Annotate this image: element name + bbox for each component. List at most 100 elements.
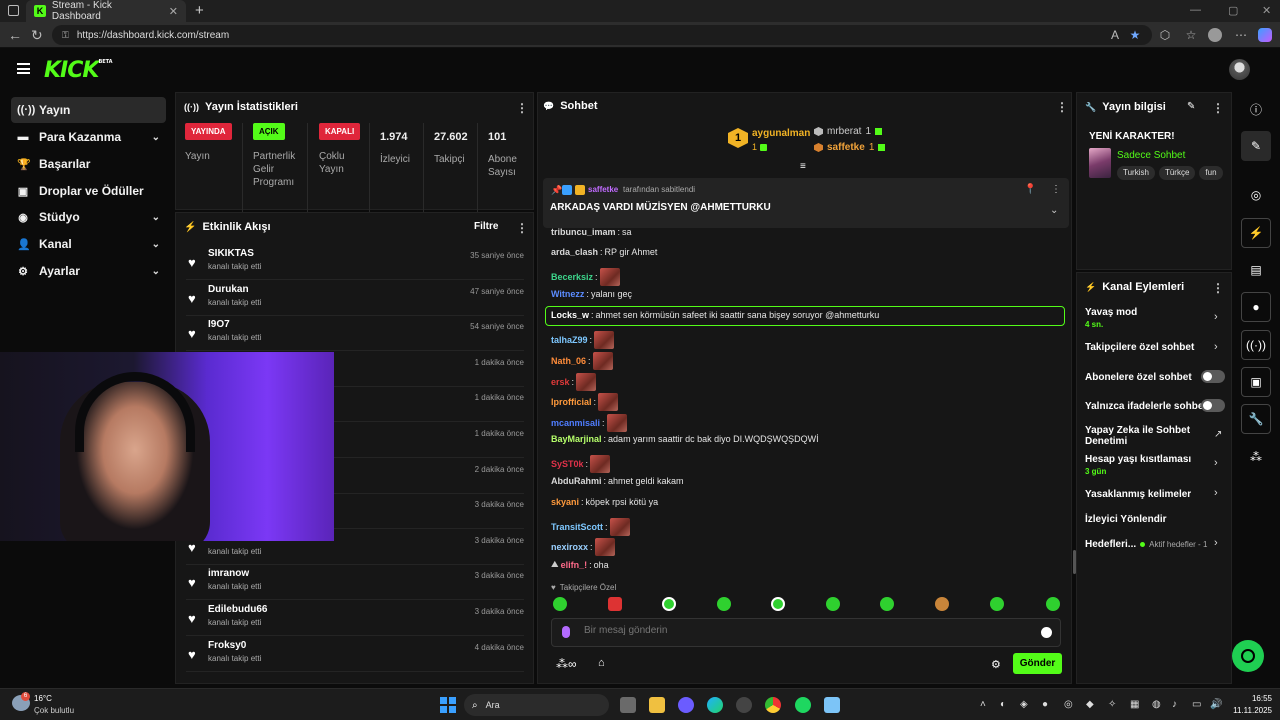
wrench-icon[interactable]: 🔧: [1241, 404, 1271, 434]
tag[interactable]: Turkish: [1117, 166, 1155, 180]
edge-icon[interactable]: [707, 697, 723, 713]
goals-item[interactable]: Hedefleri... Aktif hedefler - 1: [1085, 539, 1207, 550]
chat-message[interactable]: tribuncu_imam: sa: [551, 227, 632, 237]
more-options-icon[interactable]: ⋮: [516, 221, 528, 235]
start-icon[interactable]: [440, 697, 456, 713]
chat-message[interactable]: skyani: köpek rpsi kötü ya: [551, 497, 658, 507]
chat-message[interactable]: ⛰ elifn_!: oha: [551, 559, 609, 570]
browser-tab[interactable]: K Stream - Kick Dashboard ✕: [26, 0, 186, 22]
chat-message[interactable]: talhaZ99:: [551, 331, 615, 349]
tray-app-icon[interactable]: ✧: [1108, 699, 1116, 710]
sidebar-item-ayarlar[interactable]: ⚙ Ayarlar ⌄: [11, 258, 166, 284]
extensions-icon[interactable]: ⬡: [1158, 28, 1172, 42]
kick-logo[interactable]: KICKBETA: [44, 58, 113, 83]
webcam-overlay[interactable]: [0, 352, 334, 541]
sidebar-item-yayin[interactable]: ((·)) Yayın: [11, 97, 166, 123]
chevron-right-icon[interactable]: ›: [1214, 311, 1218, 323]
chevron-right-icon[interactable]: ›: [1214, 341, 1218, 353]
collections-icon[interactable]: ☆: [1184, 28, 1198, 42]
activity-username[interactable]: imranow: [208, 568, 249, 579]
profile-icon[interactable]: [1208, 28, 1222, 42]
chat-message[interactable]: BayMarjinal: adam yarım saattir dc bak di…: [551, 434, 819, 444]
copilot-icon[interactable]: [1258, 28, 1272, 42]
tab-actions-icon[interactable]: [8, 5, 19, 16]
more-options-icon[interactable]: ⋮: [1212, 281, 1224, 295]
store-icon[interactable]: ⌂: [598, 657, 605, 669]
chat-username[interactable]: ersk: [551, 377, 570, 387]
send-button[interactable]: Gönder: [1013, 653, 1062, 674]
chat-settings-icon[interactable]: ⚙: [991, 658, 1001, 671]
activity-username[interactable]: SIKIKTAS: [208, 248, 254, 259]
chat-username[interactable]: BayMarjinal: [551, 434, 602, 444]
chat-icon[interactable]: ●: [1241, 292, 1271, 322]
chat-input[interactable]: [551, 618, 1061, 647]
chat-username[interactable]: talhaZ99: [551, 335, 588, 345]
tray-app-icon[interactable]: ◎: [1064, 699, 1073, 710]
emote-icon[interactable]: [1046, 597, 1060, 611]
sidebar-item-basarilar[interactable]: 🏆 Başarılar: [11, 151, 166, 177]
tag[interactable]: fun: [1199, 166, 1223, 180]
chat-username[interactable]: TransitScott: [551, 522, 603, 532]
edit-layout-icon[interactable]: ✎: [1241, 131, 1271, 161]
lightning-icon[interactable]: ⚡: [1241, 218, 1271, 248]
refresh-icon[interactable]: ↻: [31, 27, 43, 43]
info-icon[interactable]: ⓘ: [1241, 94, 1271, 124]
emoji-picker-icon[interactable]: [1041, 627, 1052, 638]
chat-username[interactable]: Witnezz: [551, 289, 584, 299]
followers-chat-item[interactable]: Takipçilere özel sohbet: [1085, 342, 1194, 353]
chevron-right-icon[interactable]: ›: [1214, 537, 1218, 549]
discord-icon[interactable]: [678, 697, 694, 713]
chat-message[interactable]: Nath_06:: [551, 352, 613, 370]
tray-app-icon[interactable]: ●: [1042, 699, 1048, 710]
slow-mode-item[interactable]: Yavaş mod 4 sn.: [1085, 307, 1137, 329]
emote-icon[interactable]: [990, 597, 1004, 611]
tray-app-icon[interactable]: ◍: [1152, 699, 1161, 710]
external-link-icon[interactable]: ↗: [1214, 429, 1222, 440]
filter-button[interactable]: Filtre: [474, 221, 498, 232]
expand-leaderboard-icon[interactable]: ≡: [800, 161, 806, 172]
volume-icon[interactable]: 🔊: [1210, 699, 1222, 710]
support-button[interactable]: [1232, 640, 1264, 672]
minimize-icon[interactable]: —: [1190, 4, 1201, 16]
emote-icon[interactable]: [662, 597, 676, 611]
notepad-icon[interactable]: [824, 697, 840, 713]
spotify-icon[interactable]: [795, 697, 811, 713]
chat-username[interactable]: Nath_06: [551, 356, 586, 366]
chat-username[interactable]: Becerksiz: [551, 272, 593, 282]
tray-app-icon[interactable]: ▦: [1130, 699, 1139, 710]
layout-icon[interactable]: ▣: [1241, 367, 1271, 397]
activity-username[interactable]: I9O7: [208, 319, 230, 330]
emote-icon[interactable]: [935, 597, 949, 611]
chat-username[interactable]: skyani: [551, 497, 579, 507]
maximize-icon[interactable]: ▢: [1228, 4, 1238, 17]
chat-username[interactable]: SyST0k: [551, 459, 584, 469]
chrome-icon[interactable]: [765, 697, 781, 713]
sidebar-item-kanal[interactable]: 👤 Kanal ⌄: [11, 231, 166, 257]
close-tab-icon[interactable]: ✕: [169, 5, 178, 18]
emote-chat-toggle[interactable]: [1201, 399, 1225, 412]
read-aloud-icon[interactable]: A: [1108, 28, 1122, 42]
chevron-right-icon[interactable]: ›: [1214, 487, 1218, 499]
emote-icon[interactable]: [771, 597, 785, 611]
chat-message[interactable]: AbduRahmi: ahmet geldi kakam: [551, 476, 684, 486]
emote-icon[interactable]: [717, 597, 731, 611]
chat-message[interactable]: nexiroxx:: [551, 538, 615, 556]
close-window-icon[interactable]: ✕: [1262, 4, 1271, 17]
points-icon[interactable]: ⁂: [1241, 442, 1271, 472]
ai-moderation-item[interactable]: Yapay Zeka ile Sohbet Denetimi: [1085, 425, 1190, 447]
redirect-viewers-item[interactable]: İzleyici Yönlendir: [1085, 514, 1167, 525]
unpin-icon[interactable]: 📍: [1024, 184, 1036, 195]
activity-username[interactable]: Durukan: [208, 284, 249, 295]
file-explorer-icon[interactable]: [649, 697, 665, 713]
category-name[interactable]: Sadece Sohbet: [1117, 150, 1185, 161]
taskbar-search[interactable]: ⌕ Ara: [464, 694, 609, 716]
account-age-item[interactable]: Hesap yaşı kısıtlaması 3 gün: [1085, 454, 1191, 476]
chat-username[interactable]: mcanmisali: [551, 418, 600, 428]
more-options-icon[interactable]: ⋮: [1051, 184, 1061, 195]
stream-preview-icon[interactable]: ◎: [1241, 180, 1271, 210]
more-options-icon[interactable]: ⋮: [1212, 101, 1224, 115]
tray-app-icon[interactable]: ◐: [1000, 699, 1006, 710]
hamburger-menu-icon[interactable]: [17, 63, 30, 74]
top-gifter-2[interactable]: mrberat 1: [814, 126, 883, 137]
chat-message[interactable]: lprofficial:: [551, 393, 619, 411]
